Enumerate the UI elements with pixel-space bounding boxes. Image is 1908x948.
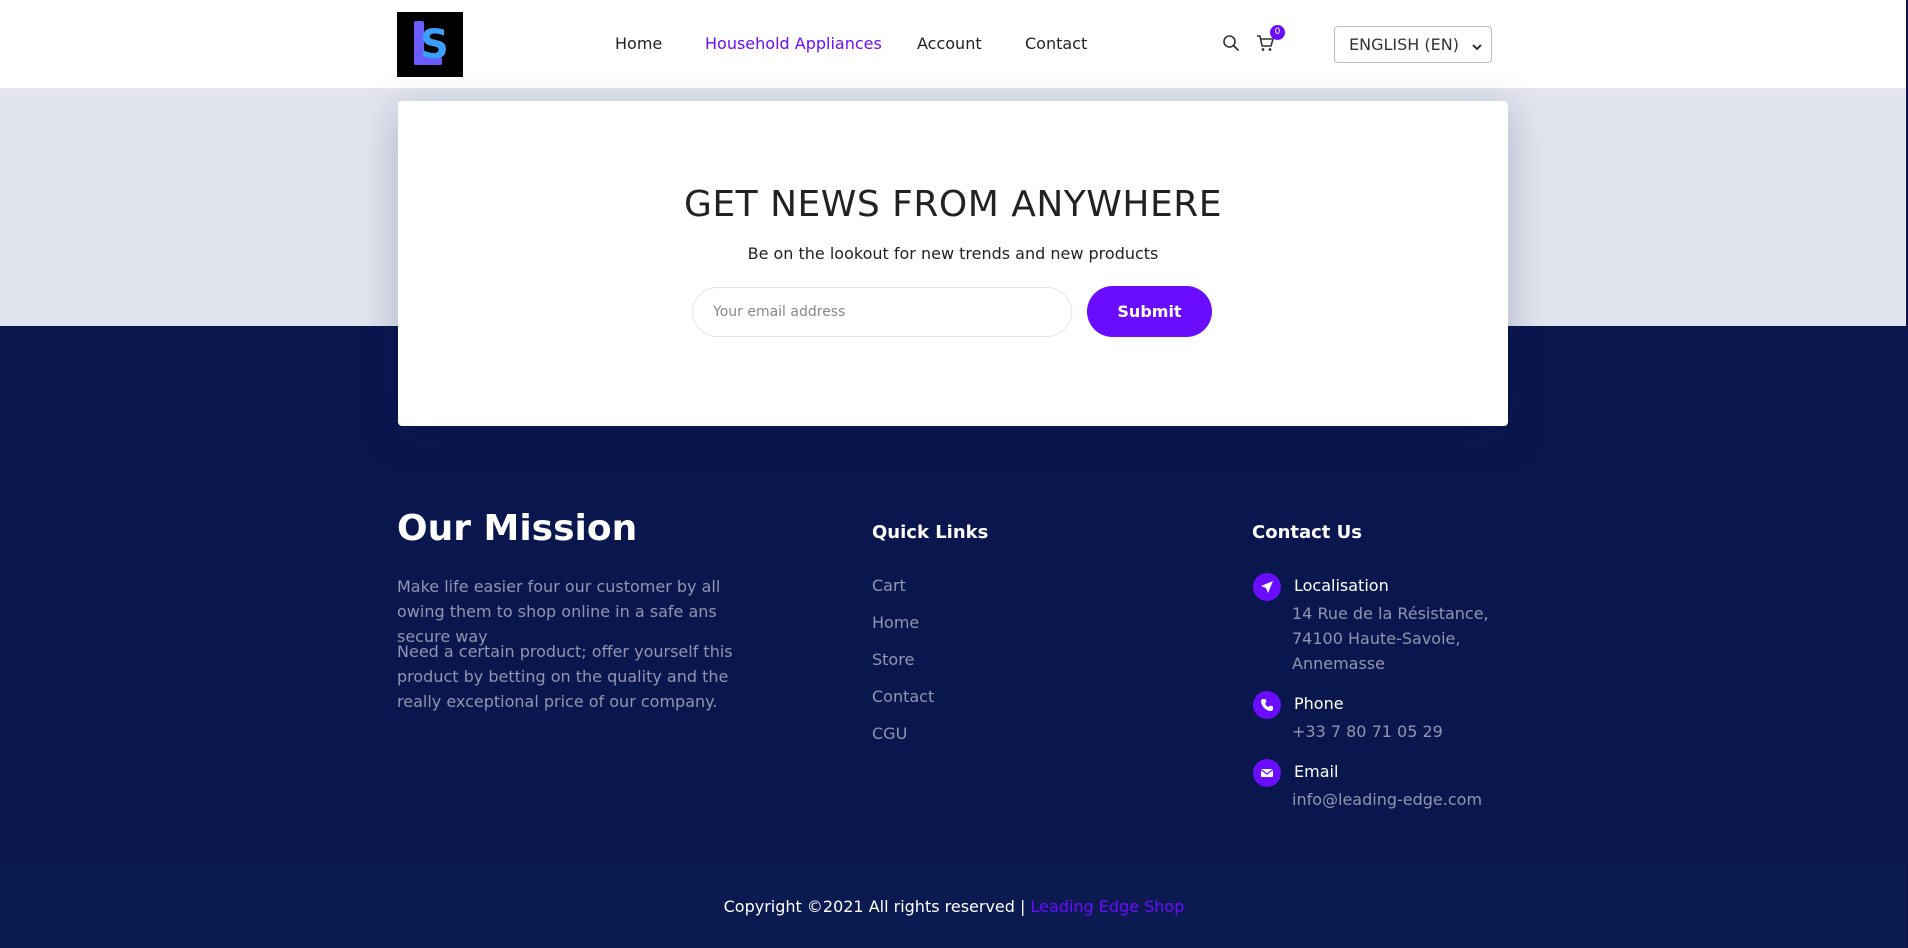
quick-link-cgu[interactable]: CGU [872, 724, 907, 743]
phone-value[interactable]: +33 7 80 71 05 29 [1292, 719, 1492, 744]
quick-link-store[interactable]: Store [872, 650, 914, 669]
cart-count-badge: 0 [1270, 25, 1285, 40]
newsletter-title: GET NEWS FROM ANYWHERE [684, 184, 1222, 225]
quick-link-home[interactable]: Home [872, 613, 919, 632]
language-select[interactable]: ENGLISH (EN) [1334, 26, 1492, 63]
quick-link-cart[interactable]: Cart [872, 576, 906, 595]
site-logo[interactable]: S [397, 12, 463, 77]
envelope-icon [1253, 759, 1281, 787]
phone-label: Phone [1294, 694, 1344, 713]
logo-mark: S [411, 19, 449, 71]
brand-link[interactable]: Leading Edge Shop [1031, 897, 1185, 916]
language-select-value: ENGLISH (EN) [1349, 35, 1459, 54]
newsletter-card: GET NEWS FROM ANYWHERE Be on the lookout… [398, 101, 1508, 426]
mission-paragraph-2: Need a certain product; offer yourself t… [397, 642, 733, 711]
chevron-down-icon [1471, 38, 1483, 51]
email-input[interactable] [692, 287, 1072, 337]
email-label: Email [1294, 762, 1339, 781]
phone-icon [1253, 691, 1281, 719]
mission-title: Our Mission [397, 508, 638, 549]
contact-us-title: Contact Us [1252, 522, 1363, 543]
copyright-text: Copyright ©2021 All rights reserved | [723, 897, 1031, 916]
search-icon[interactable] [1222, 34, 1240, 52]
site-header: S Home Household Appliances Account Cont… [0, 0, 1906, 89]
localisation-value: 14 Rue de la Résistance, 74100 Haute-Sav… [1292, 604, 1489, 673]
nav-household-appliances[interactable]: Household Appliances [705, 34, 882, 53]
quick-links-title: Quick Links [872, 522, 989, 543]
nav-account[interactable]: Account [917, 34, 982, 53]
copyright: Copyright ©2021 All rights reserved | Le… [0, 897, 1908, 916]
localisation-label: Localisation [1294, 576, 1389, 595]
nav-contact[interactable]: Contact [1025, 34, 1087, 53]
email-value[interactable]: info@leading-edge.com [1292, 787, 1492, 812]
newsletter-subtitle: Be on the lookout for new trends and new… [747, 244, 1159, 263]
mission-paragraph-1: Make life easier four our customer by al… [397, 577, 721, 646]
nav-home[interactable]: Home [615, 34, 662, 53]
location-arrow-icon [1253, 573, 1281, 601]
quick-link-contact[interactable]: Contact [872, 687, 934, 706]
submit-button[interactable]: Submit [1087, 286, 1212, 337]
